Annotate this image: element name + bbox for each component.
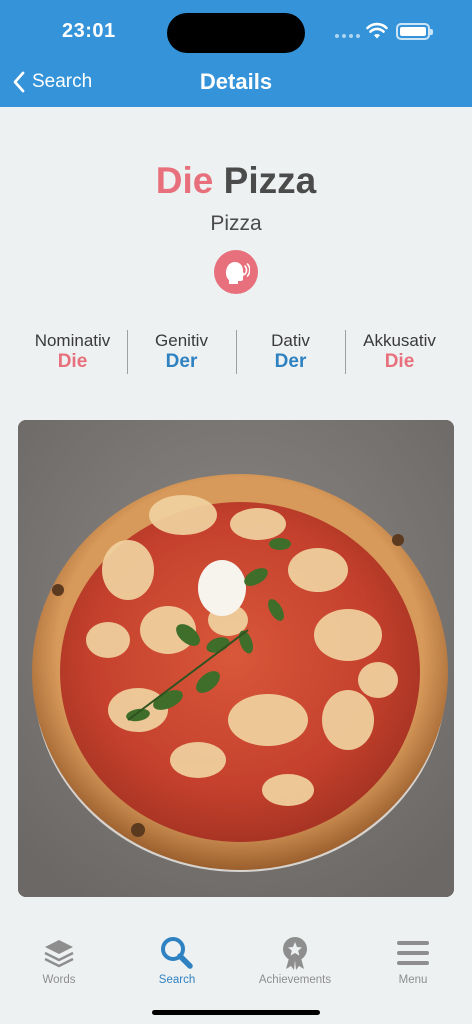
case-dativ: Dativ Der bbox=[236, 330, 345, 374]
tab-label: Menu bbox=[398, 974, 428, 986]
wifi-icon bbox=[366, 22, 388, 45]
tab-achievements[interactable]: Achievements bbox=[236, 936, 354, 986]
word-photo bbox=[18, 420, 454, 897]
battery-icon bbox=[396, 23, 433, 40]
case-name: Akkusativ bbox=[363, 331, 436, 350]
word-heading: Die Pizza bbox=[0, 160, 472, 202]
dynamic-island bbox=[167, 13, 305, 53]
tab-words[interactable]: Words bbox=[0, 936, 118, 986]
case-akkusativ: Akkusativ Die bbox=[345, 330, 454, 374]
case-genitiv: Genitiv Der bbox=[127, 330, 236, 374]
speaker-head-icon bbox=[226, 262, 250, 284]
pronounce-button[interactable] bbox=[214, 250, 258, 294]
search-icon bbox=[161, 937, 193, 969]
menu-icon bbox=[397, 941, 429, 965]
tab-label: Achievements bbox=[258, 974, 332, 986]
case-article: Die bbox=[57, 351, 88, 372]
chevron-left-icon bbox=[13, 71, 25, 93]
case-nominativ: Nominativ Die bbox=[18, 330, 127, 374]
case-article: Die bbox=[384, 351, 415, 372]
pizza-image bbox=[18, 420, 454, 897]
case-article: Der bbox=[165, 351, 198, 372]
tab-menu[interactable]: Menu bbox=[354, 936, 472, 986]
layers-icon bbox=[44, 940, 74, 968]
tab-label: Words bbox=[42, 974, 76, 986]
medal-icon bbox=[283, 937, 307, 970]
case-name: Genitiv bbox=[155, 331, 208, 350]
status-time: 23:01 bbox=[62, 20, 116, 42]
back-button-label: Search bbox=[32, 71, 93, 92]
case-name: Nominativ bbox=[34, 331, 111, 350]
word-noun: Pizza bbox=[223, 160, 317, 201]
case-table: Nominativ Die Genitiv Der Dativ Der Akku… bbox=[18, 330, 454, 374]
cellular-signal-icon bbox=[335, 34, 360, 38]
home-indicator bbox=[152, 1010, 320, 1015]
word-translation: Pizza bbox=[210, 212, 262, 235]
case-name: Dativ bbox=[271, 331, 310, 350]
tab-search[interactable]: Search bbox=[118, 936, 236, 986]
navigation-bar: 23:01 Search Details bbox=[0, 0, 472, 107]
case-article: Der bbox=[274, 351, 307, 372]
tab-label: Search bbox=[158, 974, 196, 986]
tab-bar: Words Search Achievements Menu bbox=[0, 920, 472, 1024]
word-article: Die bbox=[155, 160, 214, 201]
back-button[interactable]: Search bbox=[12, 70, 92, 94]
